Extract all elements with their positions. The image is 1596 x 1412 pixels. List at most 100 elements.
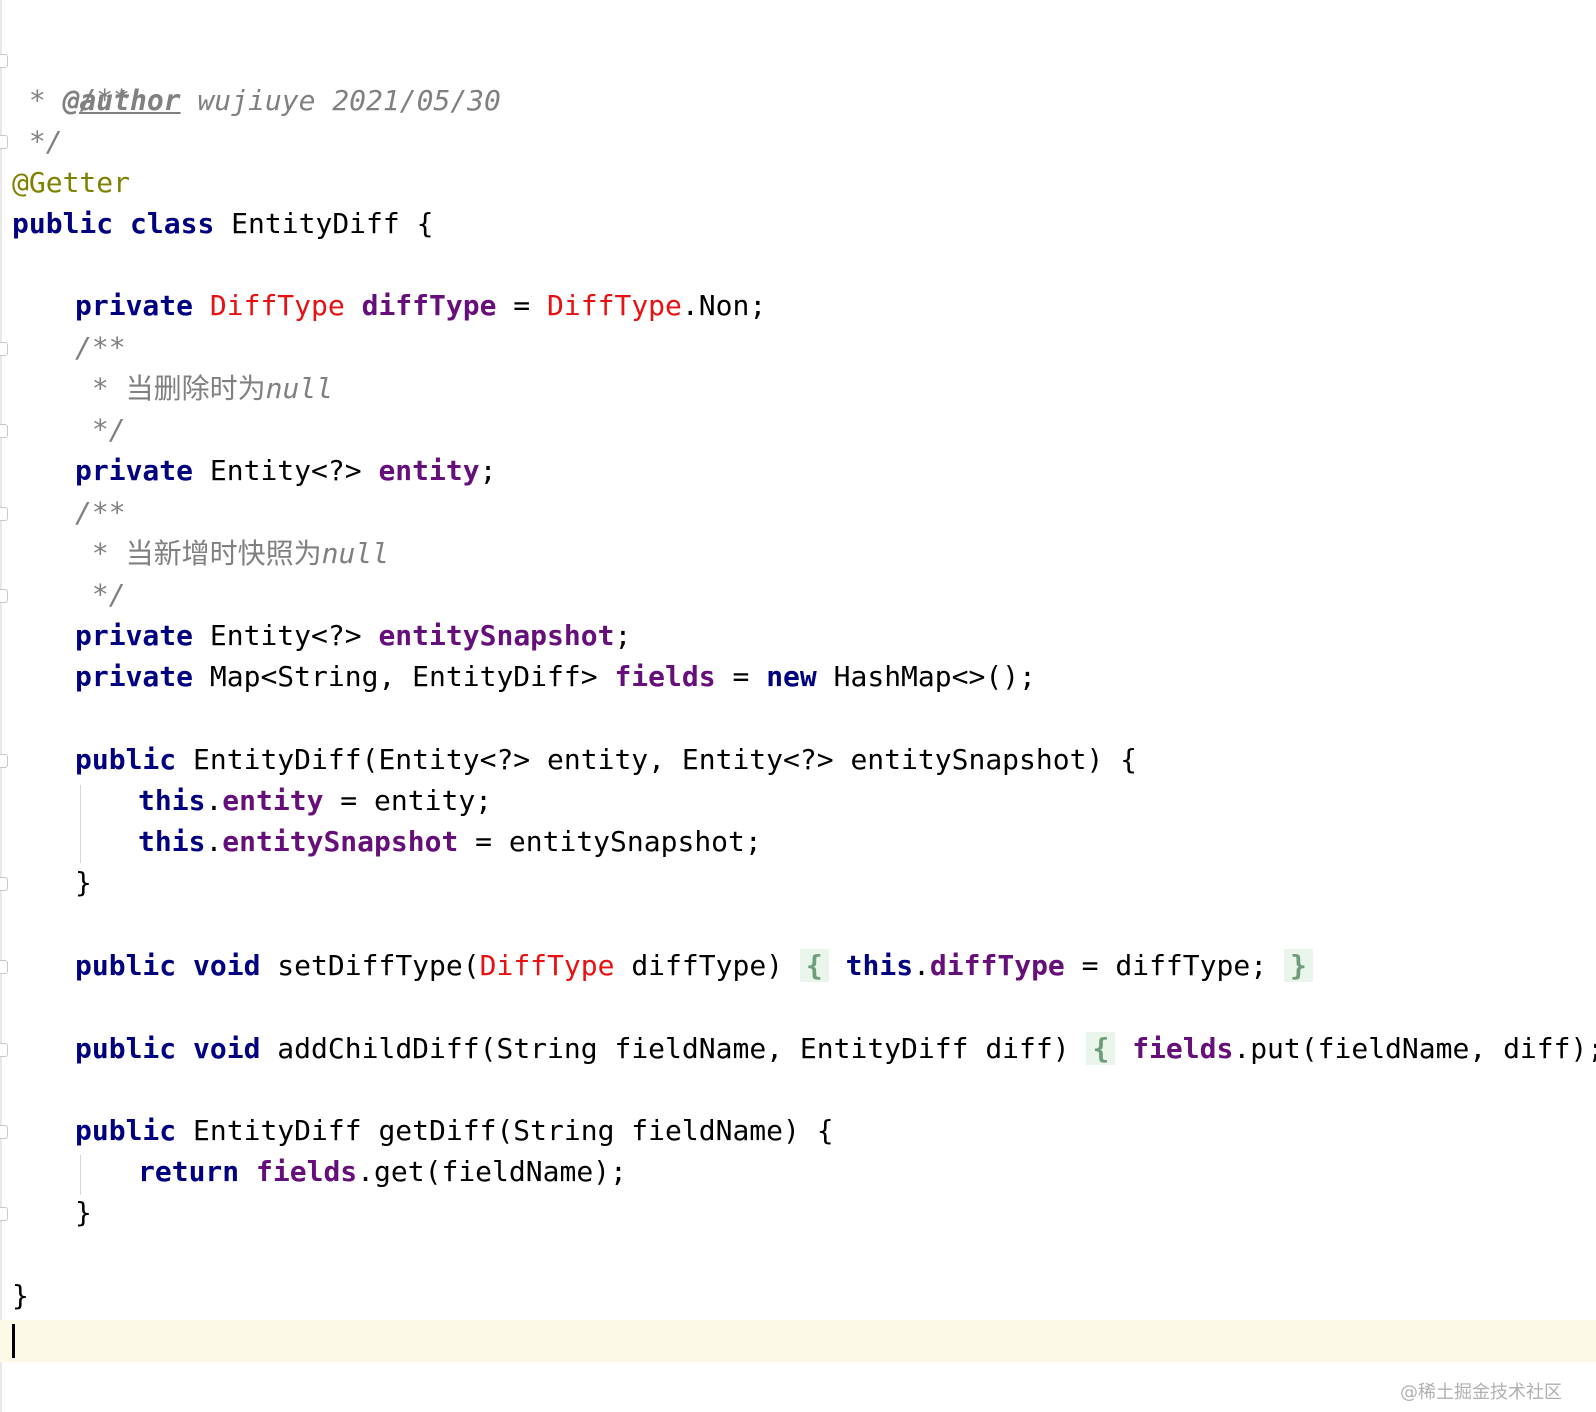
keyword-public: public [12,207,114,240]
code-line-9[interactable]: * 当删除时为null [75,369,333,409]
folded-brace-open[interactable]: { [1086,1032,1116,1065]
javadoc-close: */ [75,413,126,446]
fold-marker-icon[interactable] [0,135,8,149]
keyword-void: void [193,1032,261,1065]
method-call-put: .put(fieldName, diff); [1233,1032,1596,1065]
code-line-13[interactable]: * 当新增时快照为null [75,534,389,574]
text-caret [12,1324,15,1358]
code-line-25[interactable]: public void addChildDiff(String fieldNam… [75,1029,1596,1069]
indent-guide [80,785,81,863]
fold-marker-icon[interactable] [0,960,8,974]
dot: . [205,784,223,817]
keyword-public: public [75,1114,177,1147]
fold-marker-icon[interactable] [0,589,8,603]
javadoc-close: */ [12,125,63,158]
code-line-20[interactable]: this.entitySnapshot = entitySnapshot; [138,822,762,862]
javadoc-open: /** [75,496,126,529]
code-editor[interactable]: /** * @author wujiuye 2021/05/30 */ @Get… [0,0,1596,1412]
code-line-1[interactable]: /** [12,40,130,116]
code-line-11[interactable]: private Entity<?> entity; [75,451,496,491]
fold-marker-icon[interactable] [0,1043,8,1057]
code-line-27[interactable]: public EntityDiff getDiff(String fieldNa… [75,1111,834,1151]
field-fields: fields [256,1155,358,1188]
fold-marker-icon[interactable] [0,1125,8,1139]
javadoc-author-tag: @author [62,84,181,117]
code-line-28[interactable]: return fields.get(fieldName); [138,1152,627,1192]
folded-brace-open[interactable]: { [799,949,829,982]
code-line-12[interactable]: /** [75,493,126,533]
field-difftype: diffType [929,949,1065,982]
code-line-31[interactable]: } [12,1276,29,1316]
field-entity-snapshot: entitySnapshot [378,619,615,652]
field-entity-snapshot: entitySnapshot [222,825,459,858]
fold-marker-icon[interactable] [0,754,8,768]
keyword-class: class [130,207,215,240]
javadoc-star: * [12,84,63,117]
closing-brace: } [12,1279,29,1312]
fold-marker-icon[interactable] [0,507,8,521]
javadoc-text: 当删除时为 [125,372,266,405]
field-fields: fields [614,660,716,693]
code-line-7[interactable]: private DiffType diffType = DiffType.Non… [75,286,766,326]
closing-brace: } [75,866,92,899]
keyword-this: this [138,784,206,817]
keyword-return: return [138,1155,240,1188]
code-line-21[interactable]: } [75,863,92,903]
semicolon: ; [614,619,632,652]
field-entity: entity [378,454,480,487]
keyword-public: public [75,743,177,776]
dot: . [913,949,930,982]
code-line-14[interactable]: */ [75,575,126,615]
dot: . [205,825,223,858]
folded-brace-close[interactable]: } [1283,949,1313,982]
hashmap-constructor: HashMap<>(); [816,660,1036,693]
javadoc-null: null [265,372,334,405]
code-line-3[interactable]: */ [12,122,63,162]
semicolon: ; [479,454,497,487]
code-line-4[interactable]: @Getter [12,163,130,203]
type-difftype: DiffType [479,949,615,982]
assignment: = entity; [323,784,493,817]
code-line-29[interactable]: } [75,1193,92,1233]
code-line-15[interactable]: private Entity<?> entitySnapshot; [75,616,631,656]
keyword-this: this [845,949,914,982]
code-line-5[interactable]: public class EntityDiff { [12,204,433,244]
field-fields: fields [1132,1032,1234,1065]
code-line-18[interactable]: public EntityDiff(Entity<?> entity, Enti… [75,740,1137,780]
assignment: = entitySnapshot; [458,825,762,858]
keyword-public: public [75,1032,177,1065]
type-difftype: DiffType [547,289,682,322]
field-difftype: diffType [361,289,497,322]
type-difftype: DiffType [209,289,345,322]
fold-marker-icon[interactable] [0,877,8,891]
javadoc-null: null [321,537,390,570]
code-line-23[interactable]: public void setDiffType(DiffType diffTyp… [75,946,1313,986]
fold-marker-icon[interactable] [0,1207,8,1221]
assign-op: = [715,660,767,693]
code-line-8[interactable]: /** [75,328,126,368]
fold-marker-icon[interactable] [0,54,8,68]
method-call-get: .get(fieldName); [357,1155,627,1188]
field-entity: entity [222,784,324,817]
fold-marker-icon[interactable] [0,342,8,356]
indent-guide [80,1155,81,1195]
keyword-private: private [75,660,194,693]
gutter [0,0,2,1412]
current-line-highlight [0,1320,1596,1362]
fold-marker-icon[interactable] [0,424,8,438]
keyword-this: this [138,825,206,858]
class-declaration: EntityDiff { [214,207,434,240]
javadoc-star: * [75,372,126,405]
javadoc-star: * [75,537,126,570]
code-line-16[interactable]: private Map<String, EntityDiff> fields =… [75,657,1036,697]
keyword-private: private [75,289,194,322]
code-line-10[interactable]: */ [75,410,126,450]
type-map: Map<String, EntityDiff> [193,660,615,693]
method-name-addchilddiff: addChildDiff(String fieldName, EntityDif… [260,1032,1070,1065]
keyword-private: private [75,619,194,652]
enum-value: .Non; [681,289,767,322]
keyword-void: void [193,949,261,982]
param-difftype: diffType) [614,949,784,982]
code-line-19[interactable]: this.entity = entity; [138,781,492,821]
code-line-2[interactable]: * @author wujiuye 2021/05/30 [12,81,501,121]
